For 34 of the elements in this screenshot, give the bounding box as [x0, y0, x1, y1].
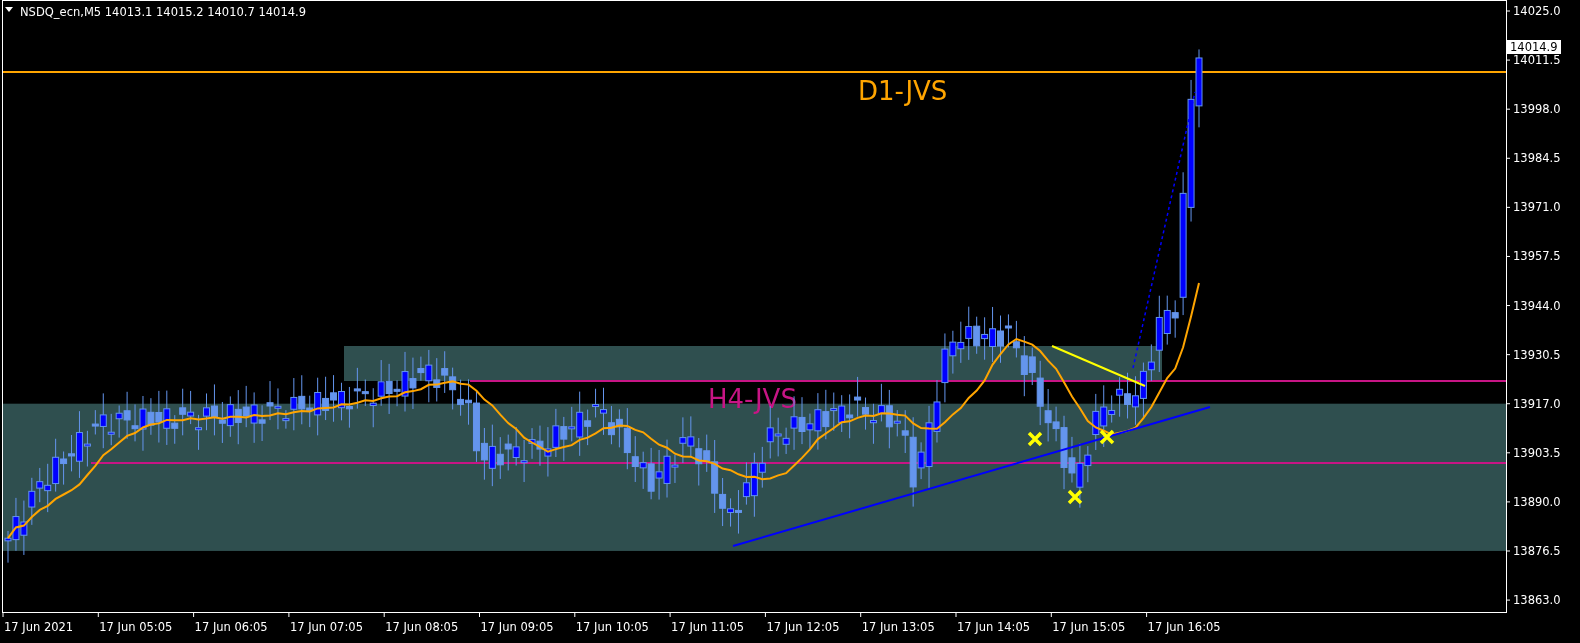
- time-label: 17 Jun 06:05: [194, 620, 268, 634]
- time-label: 17 Jun 14:05: [957, 620, 1031, 634]
- price-label: 13863.0: [1513, 593, 1561, 608]
- time-label: 17 Jun 07:05: [289, 620, 363, 634]
- time-label: 17 Jun 15:05: [1052, 620, 1126, 634]
- level-label: D1-JVS: [858, 76, 948, 106]
- price-label: 13930.5: [1513, 347, 1561, 362]
- cross-mark-icon: [1099, 429, 1115, 445]
- time-label: 17 Jun 05:05: [99, 620, 173, 634]
- dropdown-triangle-icon[interactable]: [5, 7, 13, 12]
- time-label: 17 Jun 10:05: [575, 620, 649, 634]
- current-price-badge: 14014.9: [1507, 40, 1561, 54]
- chart-header: NSDQ_ecn,M5 14013.1 14015.2 14010.7 14014.9: [20, 5, 306, 19]
- cross-mark-icon: [1067, 489, 1083, 505]
- price-label: 14025.0: [1513, 4, 1561, 18]
- time-label: 17 Jun 13:05: [861, 620, 935, 634]
- price-label: 13890.0: [1513, 494, 1561, 509]
- price-label: 14011.5: [1513, 53, 1561, 68]
- price-label: 13957.5: [1513, 249, 1561, 264]
- price-label: 13998.0: [1513, 102, 1561, 117]
- price-label: 13971.0: [1513, 200, 1561, 215]
- price-label: 13876.5: [1513, 544, 1561, 558]
- time-label: 17 Jun 16:05: [1147, 620, 1221, 634]
- time-label: 17 Jun 09:05: [480, 620, 554, 634]
- time-label: 17 Jun 2021: [4, 620, 74, 634]
- price-label: 13984.5: [1513, 151, 1561, 166]
- time-label: 17 Jun 08:05: [385, 620, 459, 634]
- cross-mark-icon: [1027, 431, 1043, 447]
- time-label: 17 Jun 12:05: [766, 620, 840, 634]
- price-label: 13944.0: [1513, 298, 1561, 313]
- price-label: 13903.5: [1513, 445, 1561, 460]
- level-label: H4-JVS: [708, 384, 797, 414]
- price-label: 13917.0: [1513, 396, 1561, 411]
- time-label: 17 Jun 11:05: [671, 620, 745, 634]
